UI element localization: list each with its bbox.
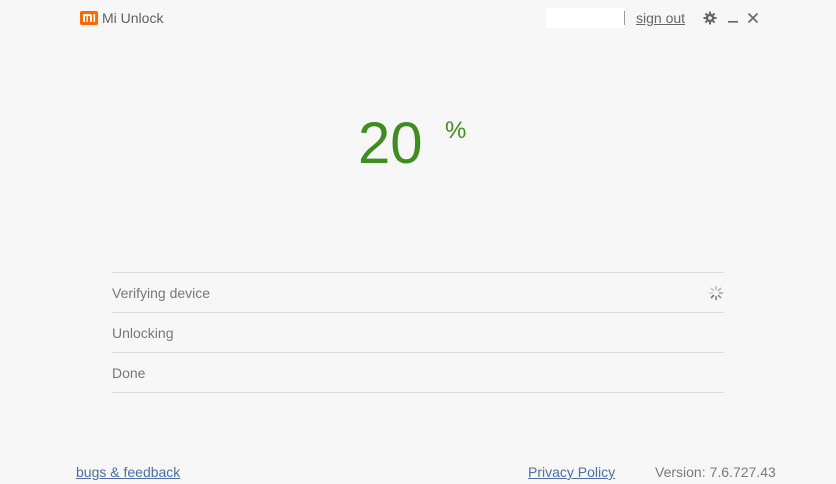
step-label: Verifying device — [112, 285, 211, 301]
version-value: 7.6.727.43 — [709, 464, 776, 480]
step-label: Unlocking — [112, 325, 174, 341]
minimize-icon[interactable] — [725, 10, 741, 26]
sign-out-link[interactable]: sign out — [636, 10, 685, 26]
mi-logo-icon — [80, 11, 98, 25]
version-label: Version: — [655, 464, 706, 480]
progress-percent-unit: % — [445, 117, 467, 144]
version-info: Version: 7.6.727.43 — [655, 464, 776, 480]
progress-percent-value: 20 — [358, 111, 423, 176]
step-done: Done — [112, 352, 724, 393]
bugs-feedback-link[interactable]: bugs & feedback — [76, 464, 180, 480]
gear-icon[interactable] — [702, 10, 718, 26]
title-bar: Mi Unlock sign out — [0, 0, 836, 36]
step-unlocking: Unlocking — [112, 312, 724, 352]
account-name-field — [546, 8, 624, 28]
mi-unlock-window: Mi Unlock sign out 20 % Verifying device… — [0, 0, 836, 484]
close-icon[interactable] — [745, 10, 761, 26]
loading-spinner-icon — [708, 285, 724, 301]
app-title: Mi Unlock — [102, 10, 164, 26]
step-verifying-device: Verifying device — [112, 272, 724, 312]
unlock-steps-list: Verifying device Unlocking Done — [112, 272, 724, 393]
step-label: Done — [112, 365, 146, 381]
account-separator — [624, 11, 625, 25]
progress-display: 20 % — [0, 104, 836, 184]
privacy-policy-link[interactable]: Privacy Policy — [528, 464, 615, 480]
